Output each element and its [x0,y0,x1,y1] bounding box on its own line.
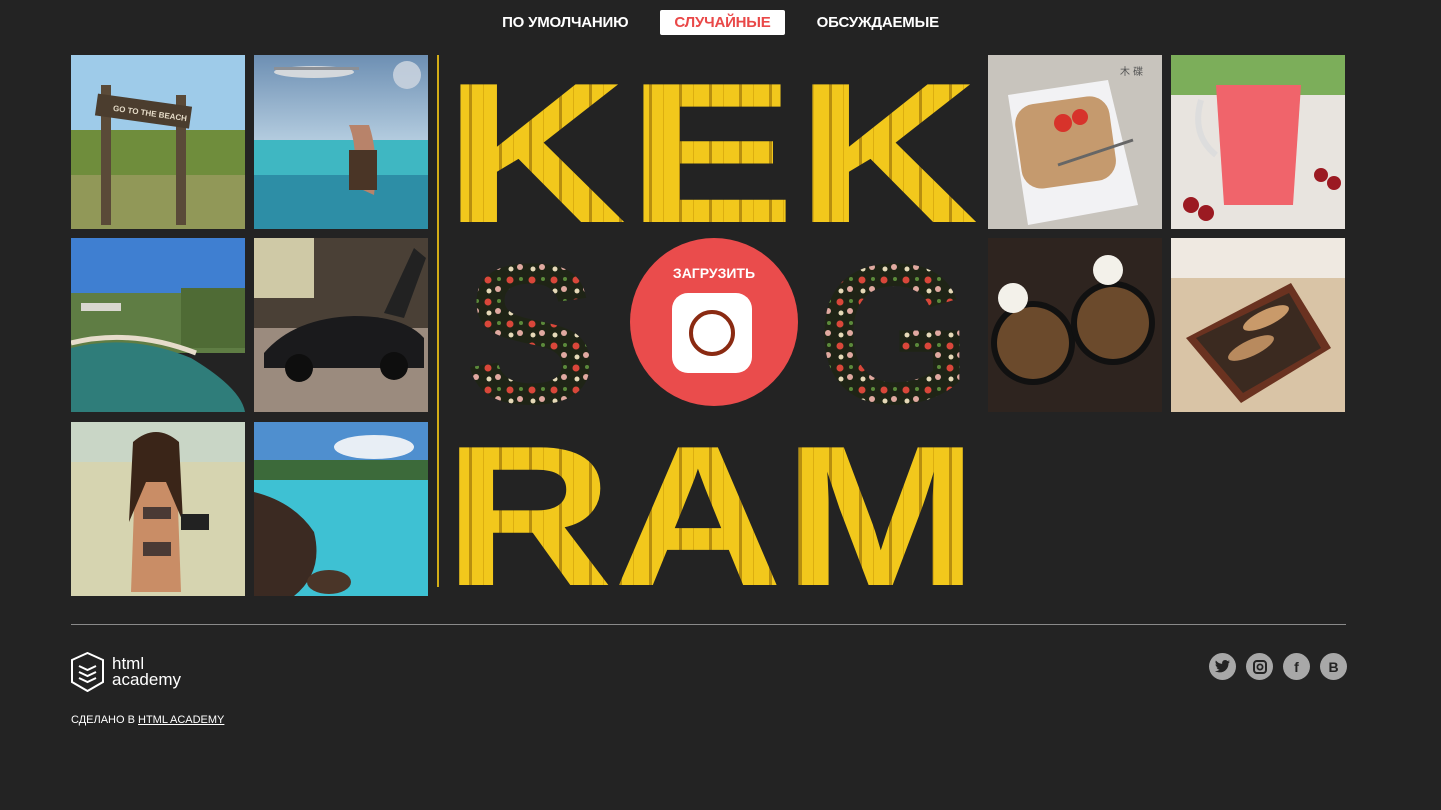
made-prefix: СДЕЛАНО В [71,714,138,726]
picture-lake-shore[interactable] [71,238,245,412]
logo-line-ram: RAM [444,405,979,587]
facebook-icon[interactable]: f [1283,653,1310,680]
filters-bar: ПО УМОЛЧАНИЮ СЛУЧАЙНЫЕ ОБСУЖДАЕМЫЕ [0,10,1441,35]
vk-icon[interactable]: B [1320,653,1347,680]
picture-sports-car[interactable] [254,238,428,412]
picture-red-drink[interactable] [1171,55,1345,229]
filter-random[interactable]: СЛУЧАЙНЫЕ [660,10,785,35]
picture-rocky-bay[interactable] [254,422,428,596]
filter-default[interactable]: ПО УМОЛЧАНИЮ [488,10,642,35]
picture-strawberries[interactable]: 木 碟 [988,55,1162,229]
zoom-icon [393,61,421,89]
htmlacademy-shield-icon [71,652,104,692]
footer-divider [71,624,1346,625]
instagram-icon[interactable] [1246,653,1273,680]
upload-label: ЗАГРУЗИТЬ [672,265,756,281]
social-links: f B [1209,653,1347,680]
camera-icon [672,293,752,373]
twitter-icon[interactable] [1209,653,1236,680]
picture-woman-beach[interactable] [71,422,245,596]
filter-discussed[interactable]: ОБСУЖДАЕМЫЕ [803,10,953,35]
made-by-text: СДЕЛАНО В HTML ACADEMY [71,714,224,726]
picture-shoe-rack[interactable] [1171,238,1345,412]
plate-caption: 木 碟 [1120,65,1143,78]
upload-button[interactable]: ЗАГРУЗИТЬ [630,238,798,406]
htmlacademy-logo[interactable]: html academy [71,652,181,692]
picture-beach-sign[interactable]: GO TO THE BEACH [71,55,245,229]
picture-curry-bowls[interactable] [988,238,1162,412]
htmlacademy-link[interactable]: HTML ACADEMY [138,714,224,726]
brand-line-academy: academy [112,670,181,689]
picture-airplane-beach[interactable] [254,55,428,229]
